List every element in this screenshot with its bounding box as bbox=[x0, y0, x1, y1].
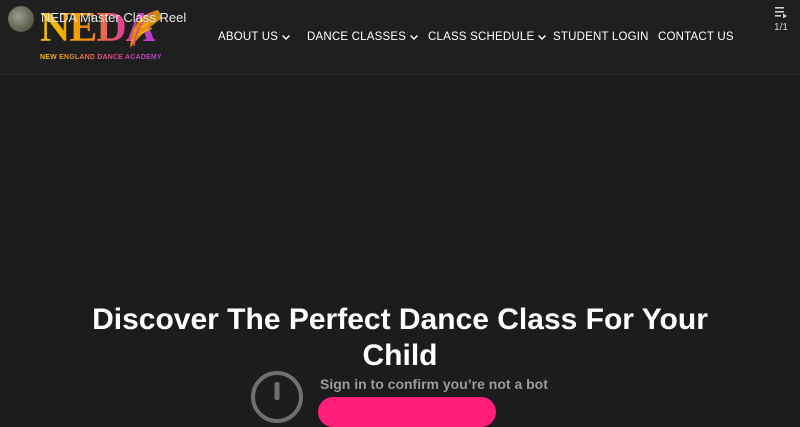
nav-label: CONTACT US bbox=[658, 31, 734, 43]
hero-title: Discover The Perfect Dance Class For You… bbox=[92, 303, 708, 372]
channel-avatar[interactable] bbox=[8, 6, 34, 32]
chevron-down-icon bbox=[282, 35, 291, 40]
playlist-count: 1/1 bbox=[774, 22, 788, 33]
nav-dance-classes[interactable]: DANCE CLASSES bbox=[307, 29, 419, 45]
alert-circle-icon bbox=[251, 371, 303, 423]
nav-label: ABOUT US bbox=[218, 31, 279, 43]
bot-check-message: Sign in to confirm you’re not a bot bbox=[320, 376, 548, 392]
nav-about-us[interactable]: ABOUT US bbox=[218, 29, 291, 45]
nav-label: STUDENT LOGIN bbox=[553, 31, 649, 43]
nav-contact-us[interactable]: CONTACT US bbox=[658, 29, 734, 45]
logo-subtitle: NEW ENGLAND DANCE ACADEMY bbox=[40, 54, 162, 61]
nav-label: CLASS SCHEDULE bbox=[428, 31, 535, 43]
chevron-down-icon bbox=[410, 35, 419, 40]
nav-class-schedule[interactable]: CLASS SCHEDULE bbox=[428, 29, 547, 45]
nav-label: DANCE CLASSES bbox=[307, 31, 407, 43]
playlist-button[interactable]: 1/1 bbox=[770, 6, 792, 33]
chevron-down-icon bbox=[538, 35, 547, 40]
video-title[interactable]: NEDA Master Class Reel bbox=[41, 10, 186, 25]
playlist-icon bbox=[775, 7, 787, 18]
nav-student-login[interactable]: STUDENT LOGIN bbox=[553, 29, 649, 45]
sign-in-button[interactable] bbox=[318, 397, 496, 427]
